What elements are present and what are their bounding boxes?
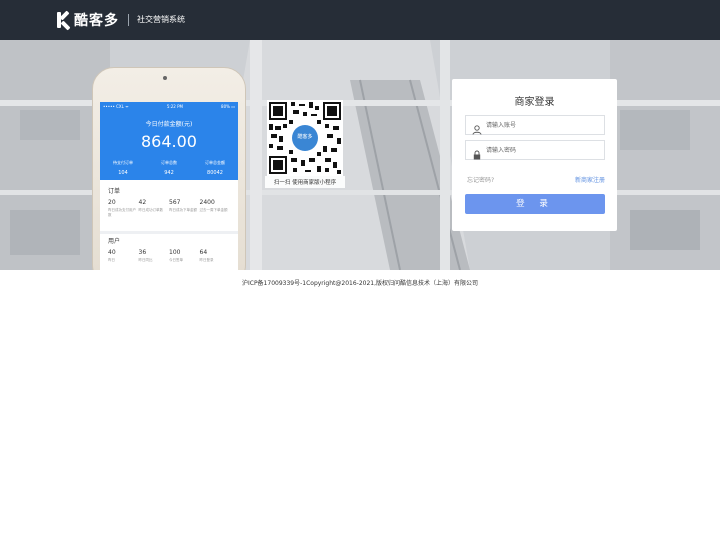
stat-label: 待支付订单 — [113, 160, 133, 165]
stat-value: 942 — [164, 170, 174, 176]
stat-value: 80042 — [207, 170, 223, 176]
top-header: 酷客多 社交营销系统 — [0, 0, 720, 40]
register-link[interactable]: 新商家注册 — [575, 175, 605, 184]
status-time: 5:22 PM — [166, 104, 183, 109]
stat-total-orders: 订单总数 942 — [146, 160, 192, 176]
pay-amount: 864.00 — [141, 132, 197, 151]
account-input[interactable] — [486, 116, 602, 134]
logo-k-icon — [57, 10, 71, 31]
users-title: 用户 — [108, 238, 121, 245]
users-cell: 40 昨日 — [108, 249, 139, 263]
login-card: 商家登录 忘记密码? 新商家注册 登 录 — [452, 79, 617, 231]
header-divider — [128, 14, 129, 26]
cell-value: 40 — [108, 249, 116, 256]
stat-label: 订单总金额 — [205, 160, 225, 165]
password-input[interactable] — [486, 141, 602, 159]
orders-cell: 42 昨日成功订单数 — [139, 199, 170, 218]
orders-cell: 20 昨日成功支付用户数 — [108, 199, 139, 218]
users-cell: 64 昨日登录 — [200, 249, 231, 263]
stat-total-amount: 订单总金额 80042 — [192, 160, 238, 176]
login-button[interactable]: 登 录 — [465, 194, 605, 214]
cell-value: 64 — [199, 249, 208, 256]
cell-label: 昨日 — [108, 258, 115, 262]
cell-label: 昨日同比 — [138, 258, 153, 262]
phone-camera — [163, 76, 167, 80]
cell-value: 42 — [138, 199, 147, 206]
users-cell: 36 昨日同比 — [139, 249, 170, 263]
stat-label: 订单总数 — [161, 160, 177, 165]
phone-stats-row: 待支付订单 104 订单总数 942 订单总金额 80042 — [100, 160, 238, 176]
lock-icon — [472, 145, 482, 160]
system-name: 社交营销系统 — [137, 15, 185, 24]
cell-label: 昨日登录 — [199, 258, 214, 262]
qr-caption: 扫一扫 使用商家版小程序 — [265, 176, 345, 188]
phone-summary-panel: ••••• CXL ᯤ 5:22 PM 80% ▭ 今日付款金额(元) 864.… — [100, 102, 238, 180]
forgot-password-link[interactable]: 忘记密码? — [467, 175, 494, 184]
status-carrier: ••••• CXL ᯤ — [103, 104, 129, 109]
orders-grid: 20 昨日成功支付用户数 42 昨日成功订单数 567 昨日成功下单金额 240… — [100, 195, 238, 218]
cell-value: 100 — [169, 249, 181, 256]
password-field[interactable] — [465, 140, 605, 160]
logo[interactable]: 酷客多 — [57, 10, 119, 31]
account-field[interactable] — [465, 115, 605, 135]
orders-cell: 2400 过去一周下单金额 — [200, 199, 231, 218]
stat-value: 104 — [118, 170, 128, 176]
orders-title: 订单 — [108, 188, 121, 195]
cell-label: 昨日成功订单数 — [138, 208, 164, 212]
cell-label: 过去一周下单金额 — [199, 208, 228, 212]
status-battery: 80% ▭ — [221, 104, 235, 109]
users-section: 用户 40 昨日 36 昨日同比 100 今日签单 64 昨日登录 — [100, 236, 238, 263]
cell-value: 36 — [138, 249, 147, 256]
pay-label: 今日付款金额(元) — [145, 121, 193, 128]
qr-code-image: 酷客多 — [267, 100, 343, 176]
phone-mockup: ••••• CXL ᯤ 5:22 PM 80% ▭ 今日付款金额(元) 864.… — [92, 67, 246, 270]
qr-code-panel: 酷客多 扫一扫 使用商家版小程序 — [265, 98, 345, 190]
user-icon — [472, 120, 482, 135]
cell-value: 2400 — [199, 199, 215, 206]
users-grid: 40 昨日 36 昨日同比 100 今日签单 64 昨日登录 — [100, 245, 238, 263]
orders-section: 订单 20 昨日成功支付用户数 42 昨日成功订单数 567 昨日成功下单金额 — [100, 186, 238, 218]
users-cell: 100 今日签单 — [169, 249, 200, 263]
orders-cell: 567 昨日成功下单金额 — [169, 199, 200, 218]
phone-status-bar: ••••• CXL ᯤ 5:22 PM 80% ▭ — [103, 104, 235, 110]
cell-label: 昨日成功下单金额 — [169, 208, 197, 212]
cell-value: 567 — [169, 199, 181, 206]
logo-text: 酷客多 — [74, 13, 119, 29]
cell-label: 昨日成功支付用户数 — [108, 208, 136, 217]
phone-screen: ••••• CXL ᯤ 5:22 PM 80% ▭ 今日付款金额(元) 864.… — [100, 102, 238, 270]
footer-copyright: 沪ICP备17009339号-1Copyright@2016-2021,版权归问… — [241, 280, 479, 287]
stat-pending-orders: 待支付订单 104 — [100, 160, 146, 176]
cell-label: 今日签单 — [169, 258, 183, 262]
section-divider — [100, 231, 238, 234]
login-title: 商家登录 — [514, 97, 555, 108]
qr-center-text: 酷客多 — [297, 134, 313, 140]
cell-value: 20 — [108, 199, 116, 206]
